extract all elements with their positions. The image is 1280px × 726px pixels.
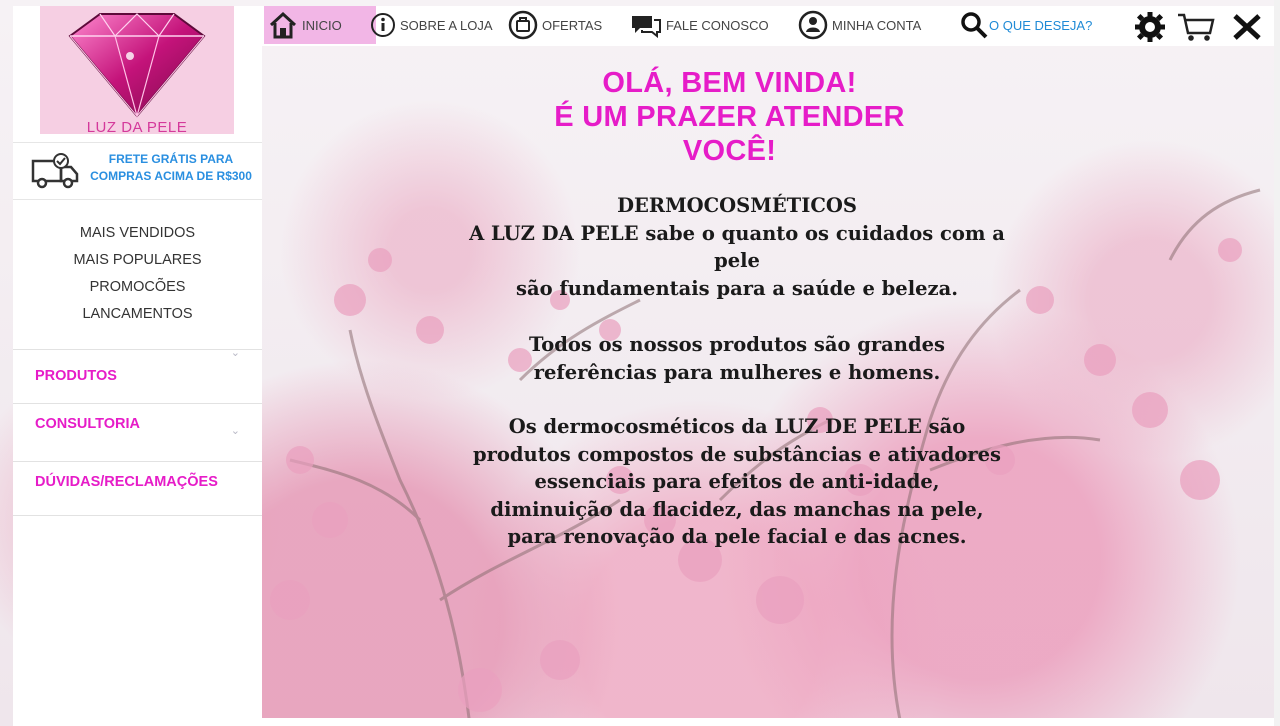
- link-promocoes[interactable]: PROMOCÕES: [13, 274, 262, 301]
- chevron-down-icon: ⌄: [230, 347, 240, 359]
- truck-check-icon: [31, 153, 79, 194]
- diamond-icon: [68, 13, 206, 119]
- cart-icon[interactable]: [1176, 11, 1216, 48]
- info-icon: [370, 12, 396, 38]
- close-icon[interactable]: [1232, 13, 1262, 46]
- quick-links: MAIS VENDIDOS MAIS POPULARES PROMOCÕES L…: [13, 220, 262, 328]
- search-icon: [960, 11, 988, 39]
- intro-paragraph-2: Todos os nossos produtos são grandes ref…: [412, 331, 1062, 386]
- free-shipping-banner: FRETE GRÁTIS PARA COMPRAS ACIMA DE R$300: [13, 142, 262, 200]
- category-produtos-label: PRODUTOS: [35, 368, 117, 384]
- search-button[interactable]: O QUE DESEJA?: [960, 6, 1092, 44]
- category-duvidas-reclamacoes[interactable]: DÚVIDAS/RECLAMAÇÕES: [13, 461, 262, 512]
- welcome-line-3: VOCÊ!: [682, 135, 777, 167]
- welcome-line-1: OLÁ, BEM VINDA!: [602, 67, 857, 99]
- category-consultoria-label: CONSULTORIA: [35, 416, 140, 432]
- main-content: OLÁ, BEM VINDA! É UM PRAZER ATENDER VOCÊ…: [262, 46, 1274, 720]
- intro-line: Todos os nossos produtos são grandes: [528, 333, 946, 356]
- intro-paragraph-3: Os dermocosméticos da LUZ DE PELE são pr…: [412, 413, 1062, 551]
- tag-offer-icon: [508, 10, 538, 40]
- settings-gear-icon[interactable]: [1132, 11, 1168, 48]
- logo-text: LUZ DA PELE: [86, 119, 188, 134]
- nav-inicio-label: INICIO: [302, 17, 342, 33]
- category-duvidas-label: DÚVIDAS/RECLAMAÇÕES: [35, 474, 218, 490]
- nav-ofertas-label: OFERTAS: [542, 17, 603, 33]
- intro-line: A LUZ DA PELE sabe o quanto os cuidados …: [469, 221, 1005, 245]
- intro-line: são fundamentais para a saúde e beleza.: [515, 276, 959, 300]
- nav-fale-conosco[interactable]: FALE CONOSCO: [630, 6, 769, 44]
- nav-sobre-label: SOBRE A LOJA: [400, 17, 493, 33]
- chat-icon: [630, 12, 662, 38]
- free-shipping-text: FRETE GRÁTIS PARA COMPRAS ACIMA DE R$300: [90, 152, 252, 183]
- intro-line: Os dermocosméticos da LUZ DE PELE são: [508, 415, 966, 438]
- intro-line: essenciais para efeitos de anti-idade,: [534, 470, 940, 493]
- intro-line: pele: [714, 249, 760, 272]
- nav-minha-conta[interactable]: MINHA CONTA: [798, 6, 921, 44]
- welcome-line-2: É UM PRAZER ATENDER: [554, 101, 905, 133]
- intro-line: para renovação da pele facial e das acne…: [507, 525, 967, 548]
- brand-logo[interactable]: LUZ DA PELE: [40, 6, 234, 134]
- user-account-icon: [798, 10, 828, 40]
- intro-line: referências para mulheres e homens.: [533, 360, 941, 384]
- nav-inicio[interactable]: INICIO: [264, 6, 376, 44]
- nav-ofertas[interactable]: OFERTAS: [508, 6, 602, 44]
- sidebar: LUZ DA PELE FRETE GRÁTIS PARA COMPRAS AC…: [13, 6, 262, 720]
- divider: [13, 515, 262, 516]
- link-mais-populares[interactable]: MAIS POPULARES: [13, 247, 262, 274]
- intro-line: produtos compostos de substâncias e ativ…: [472, 442, 1002, 466]
- welcome-heading: OLÁ, BEM VINDA! É UM PRAZER ATENDER VOCÊ…: [262, 66, 1197, 168]
- intro-heading: DERMOCOSMÉTICOS: [617, 194, 857, 217]
- intro-paragraph-1: DERMOCOSMÉTICOS A LUZ DA PELE sabe o qua…: [412, 192, 1062, 302]
- link-mais-vendidos[interactable]: MAIS VENDIDOS: [13, 220, 262, 247]
- top-navigation: INICIO SOBRE A LOJA OFERTAS FALE CONOSCO…: [262, 6, 1274, 46]
- nav-conta-label: MINHA CONTA: [832, 17, 922, 33]
- chevron-down-icon: ⌄: [230, 425, 240, 437]
- frame-right: [1274, 0, 1280, 726]
- link-lancamentos[interactable]: LANCAMENTOS: [13, 301, 262, 328]
- category-produtos[interactable]: ⌄ PRODUTOS: [13, 347, 262, 400]
- category-consultoria[interactable]: CONSULTORIA ⌄: [13, 403, 262, 454]
- nav-sobre-a-loja[interactable]: SOBRE A LOJA: [370, 6, 493, 44]
- home-icon: [268, 11, 298, 39]
- nav-contato-label: FALE CONOSCO: [666, 17, 769, 33]
- search-placeholder: O QUE DESEJA?: [989, 17, 1093, 33]
- frame-bottom: [13, 718, 1275, 726]
- intro-line: diminuição da flacidez, das manchas na p…: [490, 497, 984, 521]
